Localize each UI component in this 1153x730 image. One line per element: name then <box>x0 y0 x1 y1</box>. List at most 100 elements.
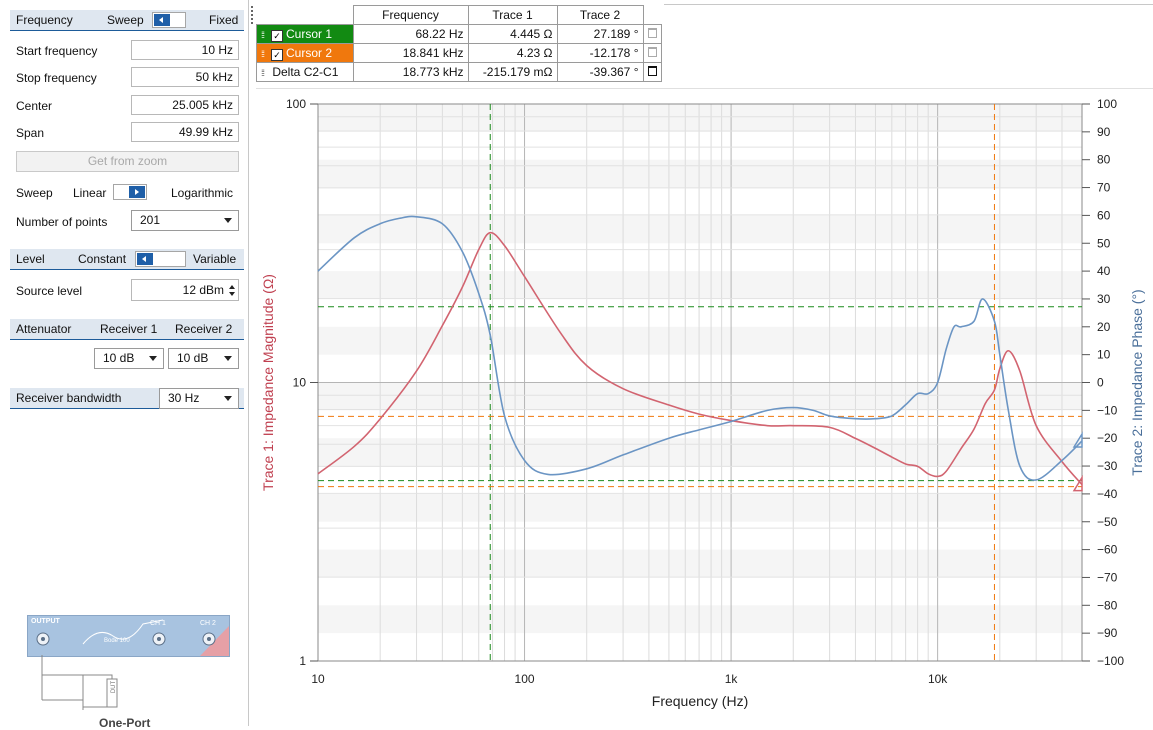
center-input[interactable]: 25.005 kHz <box>131 95 239 115</box>
receiver1-attenuation-value: 10 dB <box>103 351 135 365</box>
source-level-value: 12 dBm <box>182 283 224 297</box>
cursor2-delete[interactable] <box>642 43 662 63</box>
cursor1-cell[interactable]: ⁞⁞ ✓ Cursor 1 <box>256 24 354 44</box>
table-top-rule <box>664 4 1153 5</box>
cursor2-cell[interactable]: ⁞⁞ ✓ Cursor 2 <box>256 43 354 63</box>
y-right-tick-label: −30 <box>1097 459 1118 473</box>
sweep-label: Sweep <box>16 186 53 200</box>
y-right-tick-label: 30 <box>1097 292 1111 306</box>
cursor-table-header: Frequency Trace 1 Trace 2 <box>256 5 662 25</box>
x-tick-label: 10k <box>928 672 948 686</box>
chevron-down-icon <box>149 356 157 361</box>
cursor1-trace1: 4.445 Ω <box>467 24 558 44</box>
x-tick-label: 10 <box>311 672 325 686</box>
toggle-knob <box>137 253 153 265</box>
number-of-points-select[interactable]: 201 <box>131 210 239 231</box>
spin-down-icon[interactable] <box>229 292 235 296</box>
cursor2-frequency: 18.841 kHz <box>352 43 469 63</box>
delta-delete[interactable] <box>642 62 662 82</box>
cursor2-trace2: -12.178 ° <box>556 43 644 63</box>
receiver-bandwidth-select[interactable]: 30 Hz <box>159 388 239 409</box>
trash-icon[interactable] <box>647 47 657 57</box>
trash-icon[interactable] <box>647 66 657 76</box>
grid-band <box>318 438 1082 467</box>
attenuator-title: Attenuator <box>16 322 72 336</box>
cursor1-frequency: 68.22 Hz <box>352 24 469 44</box>
chevron-down-icon <box>224 396 232 401</box>
table-row[interactable]: ⁞⁞ ✓ Cursor 1 68.22 Hz 4.445 Ω 27.189 ° <box>256 24 662 44</box>
drag-handle-icon[interactable]: ⁞⁞ <box>261 49 269 59</box>
grid-band <box>318 605 1082 634</box>
drag-handle-icon[interactable]: ⁞⁞ <box>261 30 269 40</box>
receiver-bandwidth-value: 30 Hz <box>168 391 200 405</box>
dut-connection-lines <box>41 655 118 710</box>
delta-trace2: -39.367 ° <box>556 62 644 82</box>
cursor-table: Frequency Trace 1 Trace 2 ⁞⁞ ✓ Cursor 1 68… <box>256 5 662 82</box>
cursor2-trace1: 4.23 Ω <box>467 43 558 63</box>
impedance-chart[interactable]: 10 100 1k 10k110100 1009080706050403020100−1… <box>252 93 1153 726</box>
y-right-tick-label: 20 <box>1097 320 1111 334</box>
logarithmic-label: Logarithmic <box>171 186 234 200</box>
stop-frequency-input[interactable]: 50 kHz <box>131 67 239 87</box>
receiver2-attenuation-select[interactable]: 10 dB <box>168 348 239 369</box>
y-right-tick-label: 70 <box>1097 181 1111 195</box>
receiver1-label: Receiver 1 <box>100 322 158 336</box>
y-right-tick-label: −80 <box>1097 598 1118 612</box>
cursor2-checkbox[interactable]: ✓ <box>271 48 283 61</box>
y-right-tick-label: 0 <box>1097 376 1104 390</box>
y-left-tick-label: 10 <box>293 376 307 390</box>
trash-icon[interactable] <box>647 28 657 38</box>
settings-panel: Frequency Sweep Fixed Start frequency 10… <box>0 0 249 730</box>
y-right-tick-label: 60 <box>1097 208 1111 222</box>
spin-up-icon[interactable] <box>229 285 235 289</box>
y-right-tick-label: 10 <box>1097 348 1111 362</box>
span-label: Span <box>16 126 45 140</box>
y-right-tick-label: −70 <box>1097 570 1118 584</box>
grid-band <box>318 493 1082 522</box>
number-of-points-value: 201 <box>140 213 161 227</box>
drag-handle-icon[interactable]: ⁞⁞ <box>261 68 269 78</box>
fixed-label: Fixed <box>209 13 239 27</box>
cursor1-checkbox[interactable]: ✓ <box>271 29 283 42</box>
y-right-tick-label: −60 <box>1097 543 1118 557</box>
sweep-fixed-toggle[interactable] <box>152 12 186 28</box>
start-frequency-input[interactable]: 10 Hz <box>131 40 239 60</box>
source-level-input[interactable]: 12 dBm <box>131 279 239 301</box>
span-input[interactable]: 49.99 kHz <box>131 122 239 142</box>
table-row[interactable]: ⁞⁞ Delta C2-C1 18.773 kHz -215.179 mΩ -3… <box>256 62 662 82</box>
x-axis-title: Frequency (Hz) <box>652 693 748 709</box>
y-right-tick-label: −10 <box>1097 403 1118 417</box>
constant-label: Constant <box>78 252 127 266</box>
y-right-tick-label: −40 <box>1097 487 1118 501</box>
frequency-column-header: Frequency <box>352 5 469 25</box>
device-diagram: OUTPUT CH 1 CH 2 Bode 100 <box>27 615 230 657</box>
y-right-tick-label: −100 <box>1097 654 1124 668</box>
delta-cell[interactable]: ⁞⁞ Delta C2-C1 <box>256 62 354 82</box>
output-label: OUTPUT <box>31 618 60 625</box>
x-tick-label: 1k <box>725 672 739 686</box>
y-left-tick-label: 100 <box>286 97 306 111</box>
cursor1-delete[interactable] <box>642 24 662 44</box>
y-left-tick-label: 1 <box>299 654 306 668</box>
y-left-axis-title: Trace 1: Impedance Magnitude (Ω) <box>260 274 276 491</box>
level-mode-toggle[interactable] <box>135 251 186 267</box>
receiver1-attenuation-select[interactable]: 10 dB <box>94 348 164 369</box>
y-right-axis-title: Trace 2: Impedance Phase (°) <box>1129 289 1145 475</box>
device-model-label: Bode 100 <box>104 638 130 644</box>
stop-frequency-label: Stop frequency <box>16 71 97 85</box>
get-from-zoom-button[interactable]: Get from zoom <box>16 151 239 172</box>
y-right-tick-label: 80 <box>1097 153 1111 167</box>
table-row[interactable]: ⁞⁞ ✓ Cursor 2 18.841 kHz 4.23 Ω -12.178 ° <box>256 43 662 63</box>
y-right-tick-label: 90 <box>1097 125 1111 139</box>
grid-band <box>318 326 1082 355</box>
trace1-column-header: Trace 1 <box>467 5 558 25</box>
sweep-scale-toggle[interactable] <box>113 184 147 200</box>
table-bottom-rule <box>256 88 1153 89</box>
y-right-tick-label: 50 <box>1097 236 1111 250</box>
level-title: Level <box>16 252 45 266</box>
delete-column-header <box>643 5 662 25</box>
variable-label: Variable <box>193 252 237 266</box>
attenuator-header: Attenuator Receiver 1 Receiver 2 <box>10 319 244 340</box>
y-right-tick-label: −20 <box>1097 431 1118 445</box>
delta-name: Delta C2-C1 <box>272 65 339 79</box>
